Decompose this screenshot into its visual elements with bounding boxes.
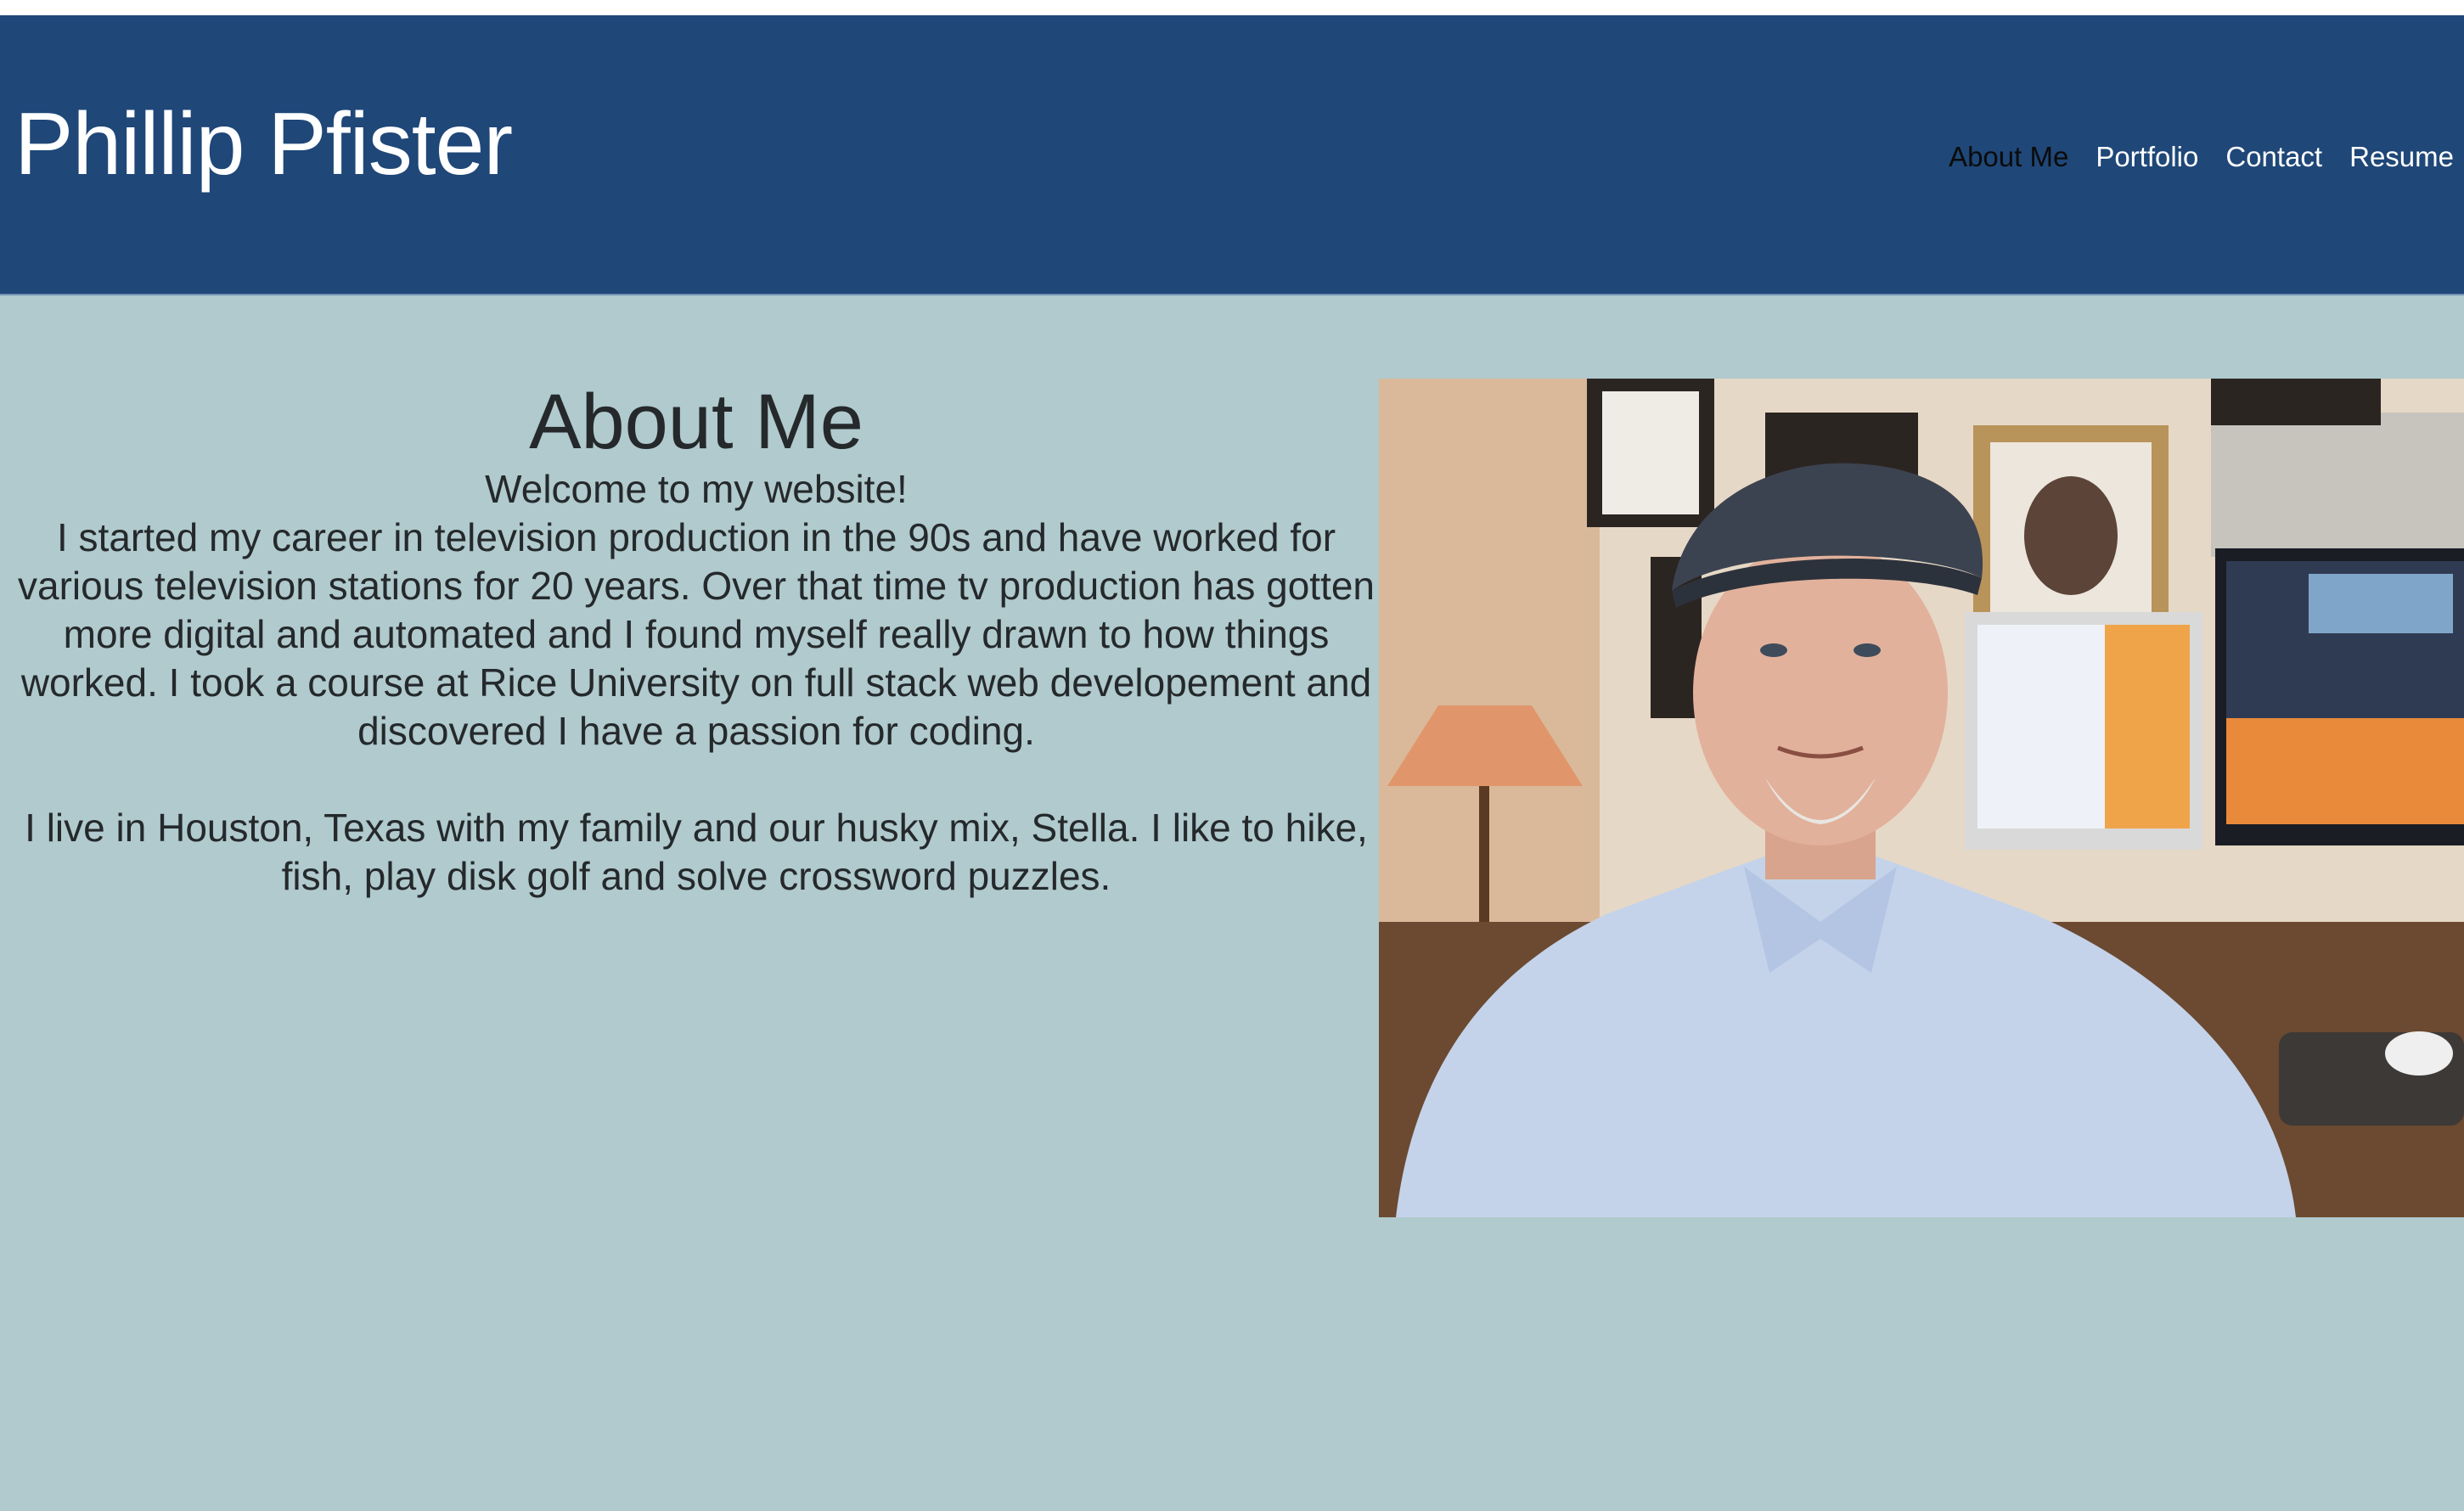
nav-resume[interactable]: Resume bbox=[2349, 143, 2454, 171]
main-content: About Me Welcome to my website! I starte… bbox=[0, 295, 2464, 1511]
site-header: Phillip Pfister About Me Portfolio Conta… bbox=[0, 15, 2464, 295]
site-title: Phillip Pfister bbox=[14, 95, 513, 194]
about-section: About Me Welcome to my website! I starte… bbox=[17, 379, 1375, 901]
browser-top-strip bbox=[0, 0, 2464, 15]
main-nav: About Me Portfolio Contact Resume bbox=[1949, 143, 2454, 171]
about-paragraph-personal: I live in Houston, Texas with my family … bbox=[25, 805, 1368, 898]
welcome-text: Welcome to my website! bbox=[485, 467, 908, 512]
about-heading: About Me bbox=[529, 379, 864, 465]
profile-photo-illustration bbox=[1379, 379, 2464, 1217]
profile-photo bbox=[1379, 379, 2464, 1217]
nav-portfolio[interactable]: Portfolio bbox=[2096, 143, 2198, 171]
about-paragraph-career: I started my career in television produc… bbox=[17, 514, 1375, 753]
nav-about-me[interactable]: About Me bbox=[1949, 143, 2068, 171]
nav-contact[interactable]: Contact bbox=[2225, 143, 2322, 171]
